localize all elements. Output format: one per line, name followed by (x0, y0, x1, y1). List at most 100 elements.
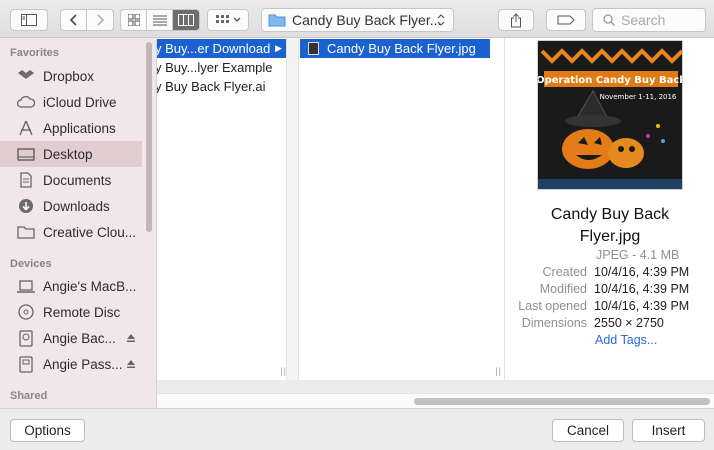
tag-icon (557, 15, 575, 25)
document-icon (16, 171, 36, 189)
flyer-title-text: Operation Candy Buy Back (538, 75, 683, 86)
sidebar-item-dropbox[interactable]: Dropbox (0, 63, 142, 89)
sidebar-item-icloud-drive[interactable]: iCloud Drive (0, 89, 142, 115)
eject-icon[interactable] (126, 331, 136, 346)
laptop-icon (16, 277, 36, 295)
flyer-date-text: November 1-11, 2016 (600, 93, 677, 101)
sidebar-item-label: Creative Clou... (43, 224, 137, 240)
sidebar-item-label: Desktop (43, 146, 93, 162)
chevron-down-icon (233, 17, 240, 22)
applications-icon (16, 119, 36, 137)
folder-icon (16, 223, 36, 241)
sidebar-item-remote-disc[interactable]: Remote Disc (0, 299, 142, 325)
cloud-icon (16, 93, 36, 111)
search-field[interactable]: Search (592, 8, 706, 32)
toolbar: Candy Buy Back Flyer... Search (0, 0, 714, 38)
column-view-button[interactable] (173, 10, 199, 30)
folder-icon (268, 14, 286, 27)
sidebar-item-label: Angie's MacB... (43, 278, 137, 294)
path-popup[interactable]: Candy Buy Back Flyer... (261, 8, 454, 32)
column-resize-handle[interactable]: || (495, 366, 502, 376)
meta-modified-label: Modified (539, 282, 587, 296)
meta-created-label: Created (542, 265, 587, 279)
column-gap (287, 38, 299, 380)
horizontal-scrollbar[interactable] (157, 393, 714, 408)
back-forward-control (60, 9, 114, 31)
sidebar-item-label: iCloud Drive (43, 94, 117, 110)
meta-created-value: 10/4/16, 4:39 PM (594, 265, 690, 279)
list-item-selected-file[interactable]: Candy Buy Back Flyer.jpg (300, 39, 490, 58)
sidebar-section-shared: Shared (10, 390, 48, 402)
sidebar-section-devices: Devices (10, 258, 52, 270)
share-button[interactable] (498, 9, 534, 31)
sidebar-item-angie-passport[interactable]: Angie Pass... (0, 351, 142, 377)
horizontal-scrollbar-thumb[interactable] (414, 398, 710, 405)
insert-button[interactable]: Insert (632, 419, 705, 442)
sidebar-item-label: Angie Bac... (43, 330, 116, 346)
sidebar-item-label: Downloads (43, 198, 110, 214)
sidebar-item-label: Dropbox (43, 68, 95, 84)
sidebar-scrollbar[interactable] (146, 42, 152, 232)
list-item[interactable]: y Buy...er Download ▶ (157, 39, 286, 58)
arrange-menu-button[interactable] (207, 9, 249, 31)
sidebar-item-label: Angie Pass... (43, 356, 123, 372)
list-view-button[interactable] (147, 10, 173, 30)
sidebar-item-documents[interactable]: Documents (0, 167, 142, 193)
cancel-button[interactable]: Cancel (552, 419, 624, 442)
preview-file-name-line1: Candy Buy Back (550, 206, 670, 223)
sidebar: Favorites Dropbox iCloud Drive Applicati… (0, 38, 157, 408)
sidebar-item-label: Remote Disc (43, 304, 121, 320)
preview-kind-size: JPEG - 4.1 MB (596, 248, 680, 262)
column-resize-handle[interactable]: || (280, 366, 286, 376)
dropbox-icon (16, 67, 36, 85)
edit-tags-button[interactable] (546, 9, 586, 31)
arrange-grid-icon (215, 15, 229, 23)
sidebar-item-macbook[interactable]: Angie's MacB... (0, 273, 142, 299)
back-button[interactable] (61, 10, 87, 30)
preview-thumbnail: Operation Candy Buy Back November 1-11, … (537, 40, 683, 190)
list-item[interactable]: y Buy Back Flyer.ai (157, 77, 286, 96)
sidebar-item-label: Documents (43, 172, 112, 188)
search-placeholder: Search (621, 12, 666, 28)
forward-button[interactable] (87, 10, 113, 30)
sidebar-toggle-button[interactable] (10, 9, 48, 31)
image-file-icon (308, 42, 319, 55)
share-icon (511, 12, 521, 27)
view-mode-control (120, 9, 200, 31)
sidebar-item-creative-cloud[interactable]: Creative Clou... (0, 219, 142, 245)
drive-icon (16, 355, 36, 373)
sidebar-item-angie-backup[interactable]: Angie Bac... (0, 325, 142, 351)
desktop-icon (16, 145, 36, 163)
sidebar-icon (21, 14, 37, 26)
browser-column-2: Candy Buy Back Flyer.jpg || (299, 38, 505, 380)
list-item-label: y Buy...lyer Example (157, 60, 273, 75)
chevron-left-icon (69, 14, 77, 26)
meta-modified-value: 10/4/16, 4:39 PM (594, 282, 690, 296)
list-icon (152, 15, 167, 25)
grid-icon (127, 14, 140, 26)
options-button[interactable]: Options (10, 419, 85, 442)
sidebar-item-applications[interactable]: Applications (0, 115, 142, 141)
icon-view-button[interactable] (121, 10, 147, 30)
path-popup-label: Candy Buy Back Flyer... (292, 12, 442, 28)
sidebar-item-label: Applications (43, 120, 116, 136)
drive-icon (16, 329, 36, 347)
download-icon (16, 197, 36, 215)
meta-last-opened-label: Last opened (518, 299, 587, 313)
preview-file-name-line2: Flyer.jpg (579, 228, 641, 245)
eject-icon[interactable] (126, 357, 136, 372)
list-item[interactable]: y Buy...lyer Example (157, 58, 286, 77)
meta-dimensions-label: Dimensions (521, 316, 587, 330)
sidebar-item-downloads[interactable]: Downloads (0, 193, 142, 219)
list-item-label: y Buy Back Flyer.ai (157, 79, 266, 94)
list-item-label: Candy Buy Back Flyer.jpg (327, 41, 476, 56)
chevron-right-icon (97, 14, 104, 26)
search-icon (603, 14, 615, 26)
sidebar-section-favorites: Favorites (10, 47, 59, 59)
meta-last-opened-value: 10/4/16, 4:39 PM (594, 299, 690, 313)
list-item-label: y Buy...er Download (157, 41, 271, 56)
sidebar-item-desktop[interactable]: Desktop (0, 141, 142, 167)
add-tags-link[interactable]: Add Tags... (595, 333, 657, 347)
columns-icon (178, 14, 194, 26)
updown-chevron-icon (437, 14, 445, 26)
